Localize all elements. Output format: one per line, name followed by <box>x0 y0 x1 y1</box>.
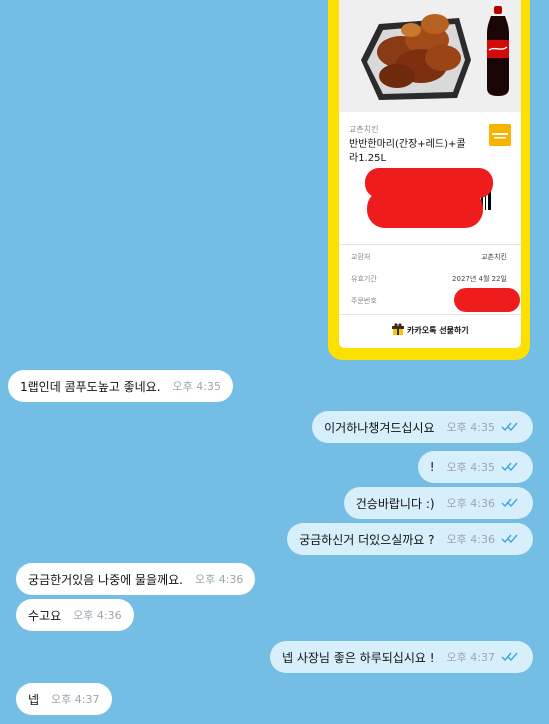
message-time: 오후 4:36 <box>446 497 495 510</box>
kakao-gift-label: 카카오톡 선물하기 <box>407 326 469 335</box>
message-time: 오후 4:36 <box>446 533 495 546</box>
message-bubble-outgoing[interactable]: 건승바랍니다 :) 오후 4:36 <box>343 487 533 519</box>
message-text: ! <box>429 460 435 474</box>
info-divider <box>339 244 521 245</box>
message-bubble-incoming[interactable]: 넵 오후 4:37 <box>16 683 112 715</box>
message-time: 오후 4:35 <box>172 380 221 393</box>
read-check-icon <box>501 498 521 508</box>
message-text: 1랩인데 콤푸도높고 좋네요. <box>20 379 161 394</box>
message-time: 오후 4:35 <box>446 461 495 474</box>
info-key: 유효기간 <box>351 275 377 283</box>
read-check-icon <box>501 534 521 544</box>
read-check-icon <box>501 462 521 472</box>
message-time: 오후 4:37 <box>51 693 100 706</box>
kakao-gift-footer[interactable]: 카카오톡 선물하기 <box>339 316 521 344</box>
product-name: 반반한마리(간장+레드)+콜라1.25L <box>349 139 466 164</box>
info-value: 2027년 4월 22일 <box>452 275 507 283</box>
order-number-redaction <box>454 288 520 312</box>
info-key: 주문번호 <box>351 297 377 305</box>
message-text: 궁금하신거 더있으실까요 ? <box>299 532 435 547</box>
gift-card-frame[interactable]: 교촌치킨 반반한마리(간장+레드)+콜라1.25L 교환처 교촌치킨 유효기간 … <box>328 0 530 360</box>
message-bubble-incoming[interactable]: 1랩인데 콤푸도높고 좋네요. 오후 4:35 <box>8 370 233 402</box>
message-text: 건승바랍니다 :) <box>355 496 435 511</box>
message-bubble-outgoing[interactable]: 이거하나챙겨드십시요 오후 4:35 <box>312 411 533 443</box>
info-key: 교환처 <box>351 253 371 261</box>
barcode-number-redaction <box>367 190 483 228</box>
message-time: 오후 4:37 <box>446 651 495 664</box>
message-text: 이거하나챙겨드십시요 <box>324 420 435 435</box>
message-time: 오후 4:35 <box>446 421 495 434</box>
message-bubble-incoming[interactable]: 궁금한거있음 나중에 물을께요. 오후 4:36 <box>16 563 256 595</box>
read-check-icon <box>501 652 521 662</box>
gift-card[interactable]: 교촌치킨 반반한마리(간장+레드)+콜라1.25L 교환처 교촌치킨 유효기간 … <box>339 0 521 348</box>
message-text: 수고요 <box>28 608 62 623</box>
message-text: 넵 <box>28 692 40 707</box>
message-time: 오후 4:36 <box>73 609 122 622</box>
footer-divider <box>339 314 521 315</box>
message-text: 궁금한거있음 나중에 물을께요. <box>28 572 183 587</box>
message-text: 넵 사장님 좋은 하루되십시요 ! <box>281 650 435 665</box>
message-bubble-outgoing[interactable]: 궁금하신거 더있으실까요 ? 오후 4:36 <box>287 523 533 555</box>
info-row-exchange: 교환처 교촌치킨 <box>339 246 521 268</box>
message-bubble-outgoing[interactable]: 넵 사장님 좋은 하루되십시요 ! 오후 4:37 <box>269 641 533 673</box>
info-row-expiry: 유효기간 2027년 4월 22일 <box>339 268 521 290</box>
message-time: 오후 4:36 <box>194 573 244 586</box>
gift-box-icon <box>392 323 404 335</box>
info-value: 교촌치킨 <box>481 253 507 261</box>
message-bubble-incoming[interactable]: 수고요 오후 4:36 <box>16 599 134 631</box>
kyochon-logo <box>489 124 511 146</box>
message-bubble-outgoing[interactable]: ! 오후 4:35 <box>417 451 533 483</box>
product-image <box>339 0 521 112</box>
brand-name: 교촌치킨 <box>349 125 379 134</box>
read-check-icon <box>501 422 521 432</box>
